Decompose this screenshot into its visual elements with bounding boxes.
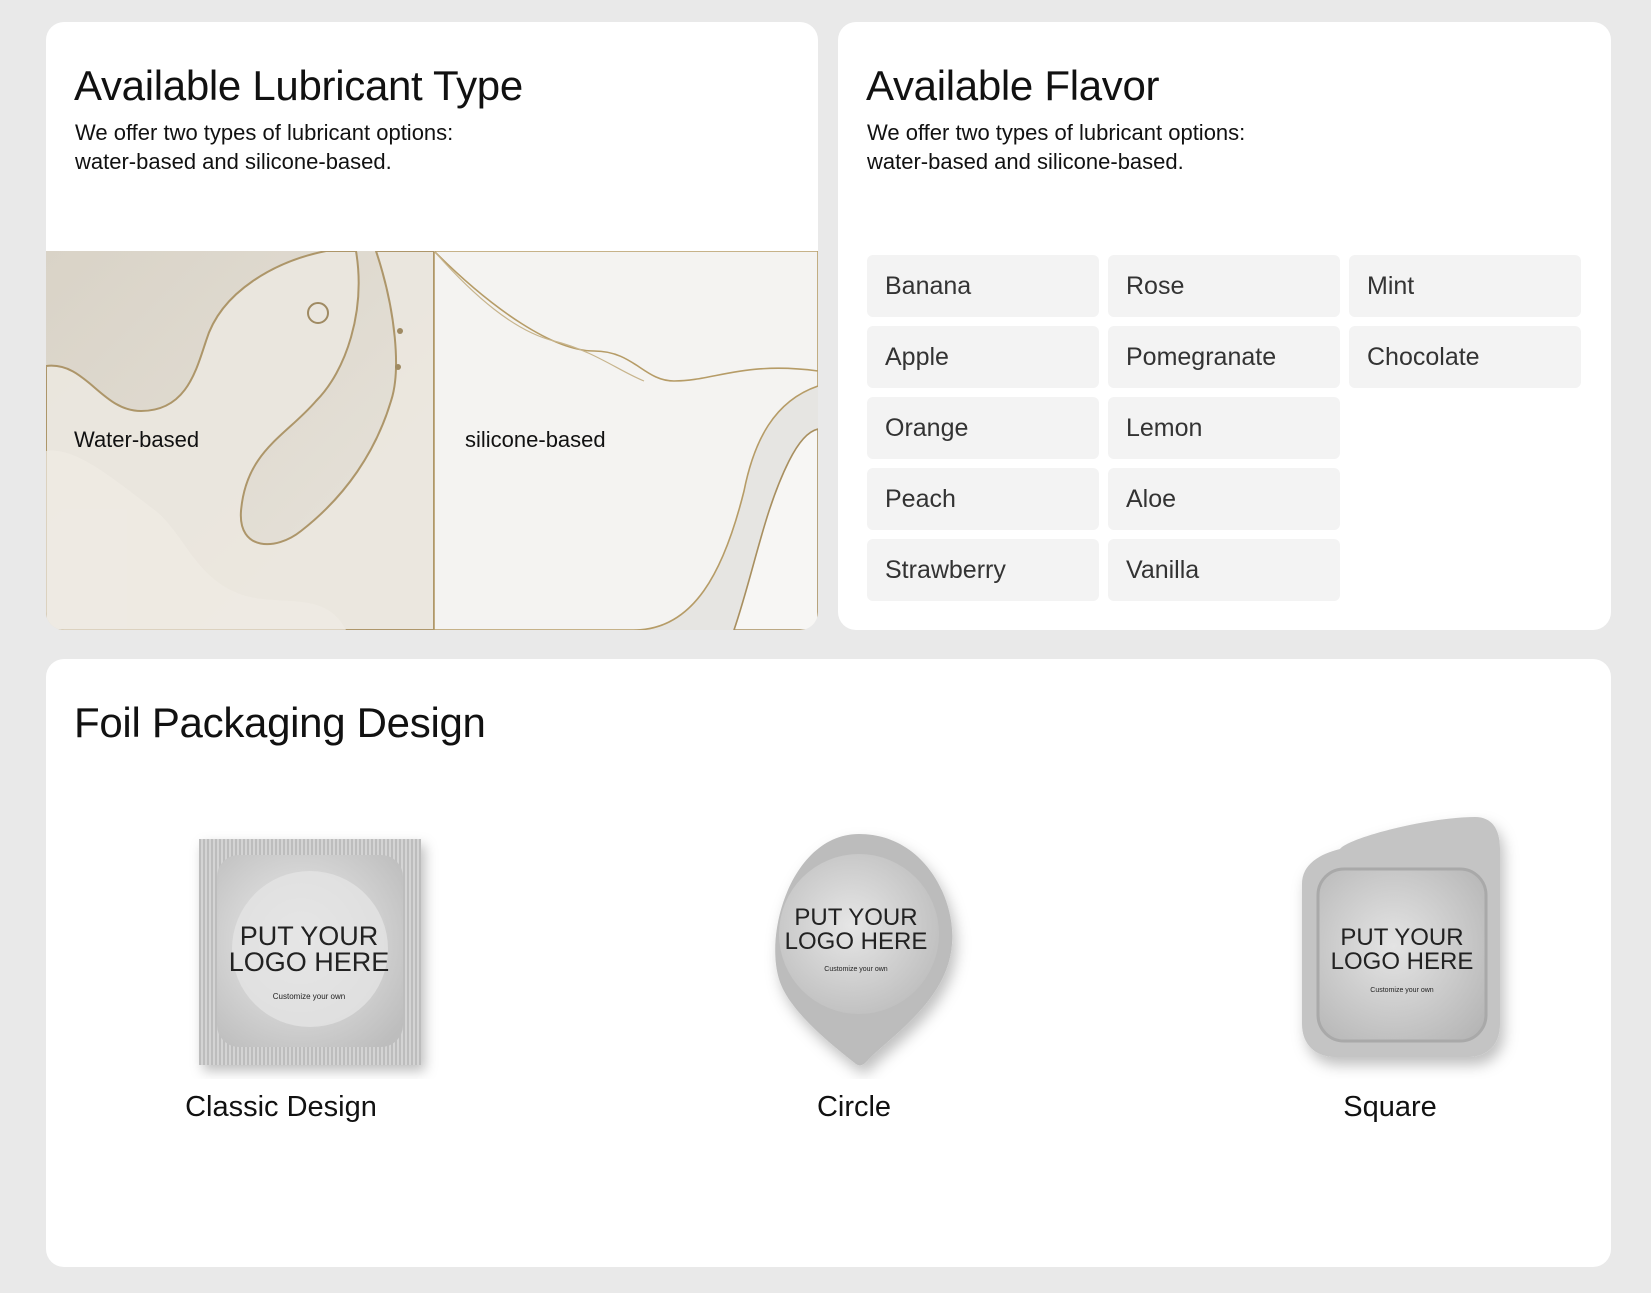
flavor-chip-vanilla[interactable]: Vanilla <box>1108 539 1340 601</box>
circle-logo-line2: LOGO HERE <box>785 928 928 955</box>
lubricant-type-card: Available Lubricant Type We offer two ty… <box>46 22 818 630</box>
circle-label: Circle <box>816 1091 892 1123</box>
flavor-chip-orange[interactable]: Orange <box>867 397 1099 459</box>
foil-packaging-card: Foil Packaging Design PUT YOUR LOGO HERE… <box>46 659 1611 1267</box>
flavor-chip-banana[interactable]: Banana <box>867 255 1099 317</box>
flavor-card: Available Flavor We offer two types of l… <box>838 22 1611 630</box>
classic-logo-line2: LOGO HERE <box>229 947 390 977</box>
water-based-label: Water-based <box>74 427 200 452</box>
classic-foil-image: PUT YOUR LOGO HERE Customize your own <box>199 839 421 1065</box>
circle-foil-image: PUT YOUR LOGO HERE Customize your own <box>775 834 953 1066</box>
foil-design-classic[interactable]: PUT YOUR LOGO HERE Customize your own Cl… <box>139 809 459 1139</box>
square-logo-line1: PUT YOUR <box>1340 924 1463 951</box>
classic-logo-sub: Customize your own <box>273 992 345 1001</box>
flavor-chip-peach[interactable]: Peach <box>867 468 1099 530</box>
lubricant-desc-line2: water-based and silicone-based. <box>75 149 392 174</box>
flavor-desc-line2: water-based and silicone-based. <box>867 149 1184 174</box>
water-based-option[interactable]: Water-based <box>46 251 434 630</box>
flavor-title: Available Flavor <box>866 62 1160 109</box>
circle-logo-sub: Customize your own <box>824 966 888 973</box>
lubricant-type-title: Available Lubricant Type <box>74 62 523 109</box>
flavor-chip-pomegranate[interactable]: Pomegranate <box>1108 326 1340 388</box>
classic-design-label: Classic Design <box>185 1091 377 1123</box>
flavor-chip-lemon[interactable]: Lemon <box>1108 397 1340 459</box>
flavor-description: We offer two types of lubricant options:… <box>867 118 1387 176</box>
flavor-chip-strawberry[interactable]: Strawberry <box>867 539 1099 601</box>
square-foil-image: PUT YOUR LOGO HERE Customize your own <box>1302 817 1500 1057</box>
flavor-grid-empty-cell <box>1349 397 1581 459</box>
flavor-chip-chocolate[interactable]: Chocolate <box>1349 326 1581 388</box>
square-logo-sub: Customize your own <box>1370 987 1434 994</box>
flavor-grid: Banana Rose Mint Apple Pomegranate Choco… <box>867 255 1583 601</box>
flavor-chip-mint[interactable]: Mint <box>1349 255 1581 317</box>
silicone-based-label: silicone-based <box>465 427 606 452</box>
foil-design-square[interactable]: PUT YOUR LOGO HERE Customize your own Sq… <box>1230 809 1550 1139</box>
flavor-grid-empty-cell <box>1349 468 1581 530</box>
foil-design-circle[interactable]: PUT YOUR LOGO HERE Customize your own Ci… <box>694 809 1014 1139</box>
flavor-chip-rose[interactable]: Rose <box>1108 255 1340 317</box>
flavor-grid-empty-cell <box>1349 539 1581 601</box>
square-label: Square <box>1343 1091 1437 1123</box>
flavor-chip-aloe[interactable]: Aloe <box>1108 468 1340 530</box>
square-logo-line2: LOGO HERE <box>1331 948 1474 975</box>
foil-packaging-title: Foil Packaging Design <box>74 699 486 746</box>
flavor-desc-line1: We offer two types of lubricant options: <box>867 120 1246 145</box>
flavor-chip-apple[interactable]: Apple <box>867 326 1099 388</box>
circle-logo-line1: PUT YOUR <box>794 904 917 931</box>
lubricant-desc-line1: We offer two types of lubricant options: <box>75 120 454 145</box>
lubricant-type-description: We offer two types of lubricant options:… <box>75 118 595 176</box>
silicone-based-option[interactable]: silicone-based <box>434 251 818 630</box>
